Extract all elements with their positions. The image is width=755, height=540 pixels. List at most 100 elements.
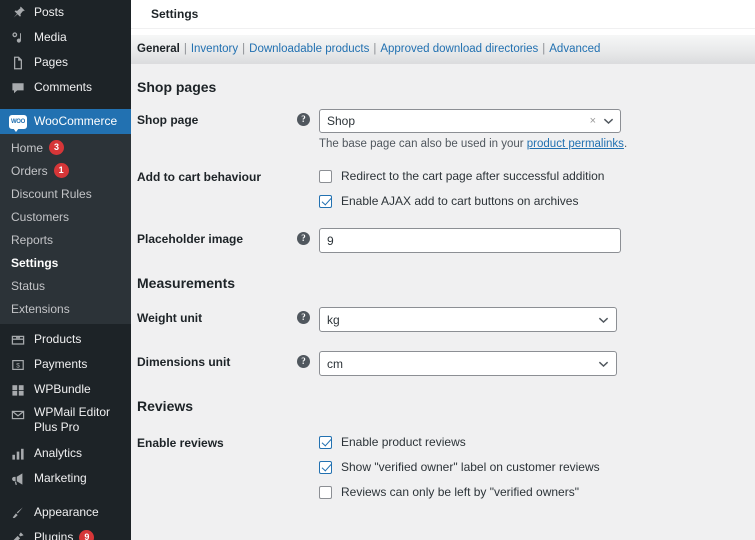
placeholder-image-input[interactable]: 9	[319, 228, 621, 253]
sidebar-item-wpmail-editor-plus-pro[interactable]: WPMail Editor Plus Pro	[0, 402, 131, 441]
media-icon	[9, 29, 27, 47]
chevron-down-icon	[603, 115, 614, 127]
sidebar-item-label: Marketing	[34, 471, 87, 485]
submenu-item-label: Home	[11, 140, 44, 155]
field-control-placeholder-image: 9	[319, 228, 755, 253]
sidebar-item-label: Posts	[34, 5, 65, 19]
submenu-item-settings[interactable]: Settings	[0, 251, 131, 274]
status-badge: 9	[79, 530, 95, 540]
help-tip-dimensions-unit[interactable]: ?	[297, 351, 319, 368]
checkbox-row[interactable]: Enable product reviews	[319, 435, 755, 449]
submenu-item-label: Discount Rules	[11, 186, 92, 201]
sidebar-item-pages[interactable]: Pages	[0, 50, 131, 75]
tab-downloadable-products[interactable]: Downloadable products	[249, 43, 369, 55]
sidebar-item-posts[interactable]: Posts	[0, 0, 131, 25]
admin-sidebar: Posts Media Pages Comments WOO WooCommer…	[0, 0, 131, 540]
field-row-enable-reviews: Enable reviews Enable product reviews Sh…	[137, 432, 755, 499]
sidebar-top-group: Posts Media Pages Comments	[0, 0, 131, 100]
status-badge: 1	[53, 163, 69, 178]
submenu-item-label: Reports	[11, 232, 54, 247]
page-header: Settings	[131, 0, 755, 29]
help-spacer	[297, 166, 319, 170]
checkbox-row[interactable]: Reviews can only be left by "verified ow…	[319, 485, 755, 499]
sidebar-item-comments[interactable]: Comments	[0, 75, 131, 100]
sidebar-item-marketing[interactable]: Marketing	[0, 466, 131, 491]
help-spacer	[297, 432, 319, 436]
chevron-down-icon	[598, 358, 609, 370]
sidebar-item-label: Appearance	[34, 505, 99, 519]
sidebar-item-label: Products	[34, 332, 82, 346]
product-permalinks-link[interactable]: product permalinks	[527, 138, 624, 150]
tab-general[interactable]: General	[137, 43, 180, 55]
weight-unit-value: kg	[327, 312, 340, 327]
tab-separator: |	[542, 43, 546, 55]
sidebar-item-label: WPMail Editor Plus Pro	[34, 405, 111, 434]
tab-advanced[interactable]: Advanced	[549, 43, 600, 55]
woocommerce-submenu: Home 3 Orders 1 Discount Rules Customers…	[0, 134, 131, 324]
checkbox-redirect-to-cart[interactable]	[319, 169, 332, 183]
submenu-item-customers[interactable]: Customers	[0, 205, 131, 228]
field-control-shop-page: Shop × The base page can also be used in…	[319, 109, 755, 150]
field-label-dimensions-unit: Dimensions unit	[137, 355, 231, 369]
submenu-item-label: Settings	[11, 255, 59, 270]
sidebar-item-woocommerce[interactable]: WOO WooCommerce	[0, 109, 131, 134]
mail-icon	[9, 406, 27, 424]
field-control-add-to-cart-behaviour: Redirect to the cart page after successf…	[319, 166, 755, 208]
sidebar-item-plugins[interactable]: Plugins 9	[0, 525, 131, 540]
help-icon: ?	[297, 311, 310, 324]
sidebar-bottom-group: Appearance Plugins 9	[0, 500, 131, 540]
sidebar-item-appearance[interactable]: Appearance	[0, 500, 131, 525]
submenu-item-extensions[interactable]: Extensions	[0, 297, 131, 320]
checkbox-row[interactable]: Show "verified owner" label on customer …	[319, 460, 755, 474]
submenu-item-label: Extensions	[11, 301, 70, 316]
sidebar-item-media[interactable]: Media	[0, 25, 131, 50]
checkbox-enable-ajax-add-to-cart[interactable]	[319, 194, 332, 208]
weight-unit-select[interactable]: kg	[319, 307, 617, 332]
sidebar-separator-2	[0, 491, 131, 500]
sidebar-item-wpbundle[interactable]: WPBundle	[0, 377, 131, 402]
checkbox-label: Enable AJAX add to cart buttons on archi…	[341, 194, 579, 208]
checkbox-row[interactable]: Redirect to the cart page after successf…	[319, 169, 755, 183]
woo-logo-text: WOO	[10, 118, 26, 125]
tab-approved-download-directories[interactable]: Approved download directories	[380, 43, 538, 55]
help-tip-placeholder-image[interactable]: ?	[297, 228, 319, 245]
plug-icon	[9, 529, 27, 540]
help-tip-shop-page[interactable]: ?	[297, 109, 319, 126]
submenu-item-label: Status	[11, 278, 46, 293]
grid-icon	[9, 381, 27, 399]
sidebar-item-products[interactable]: Products	[0, 327, 131, 352]
settings-form: Shop pages Shop page ? Shop × The base p…	[131, 79, 755, 499]
submenu-item-status[interactable]: Status	[0, 274, 131, 297]
checkbox-reviews-verified-owners-only[interactable]	[319, 485, 332, 499]
shop-page-select[interactable]: Shop ×	[319, 109, 621, 133]
field-label-weight-unit: Weight unit	[137, 311, 203, 325]
status-badge: 3	[49, 140, 65, 155]
payments-icon: $	[9, 356, 27, 374]
help-tip-weight-unit[interactable]: ?	[297, 307, 319, 324]
help-icon: ?	[297, 232, 310, 245]
checkbox-enable-product-reviews[interactable]	[319, 435, 332, 449]
checkbox-show-verified-owner-label[interactable]	[319, 460, 332, 474]
field-row-dimensions-unit: Dimensions unit ? cm	[137, 351, 755, 376]
field-row-add-to-cart-behaviour: Add to cart behaviour Redirect to the ca…	[137, 166, 755, 208]
tab-inventory[interactable]: Inventory	[191, 43, 238, 55]
sidebar-item-label: Comments	[34, 80, 93, 94]
field-row-weight-unit: Weight unit ? kg	[137, 307, 755, 332]
sidebar-item-analytics[interactable]: Analytics	[0, 441, 131, 466]
shop-page-value: Shop	[327, 114, 356, 128]
submenu-item-orders[interactable]: Orders 1	[0, 159, 131, 182]
submenu-item-home[interactable]: Home 3	[0, 136, 131, 159]
sidebar-item-label: Media	[34, 30, 67, 44]
submenu-item-reports[interactable]: Reports	[0, 228, 131, 251]
woocommerce-logo-icon: WOO	[9, 113, 27, 132]
submenu-item-discount-rules[interactable]: Discount Rules	[0, 182, 131, 205]
sidebar-item-payments[interactable]: $ Payments	[0, 352, 131, 377]
analytics-icon	[9, 445, 27, 463]
submenu-item-label: Orders	[11, 163, 48, 178]
sidebar-item-label: WooCommerce	[34, 114, 118, 128]
pages-icon	[9, 54, 27, 72]
checkbox-row[interactable]: Enable AJAX add to cart buttons on archi…	[319, 194, 755, 208]
clear-icon[interactable]: ×	[590, 115, 596, 127]
placeholder-image-value: 9	[327, 233, 334, 248]
dimensions-unit-select[interactable]: cm	[319, 351, 617, 376]
